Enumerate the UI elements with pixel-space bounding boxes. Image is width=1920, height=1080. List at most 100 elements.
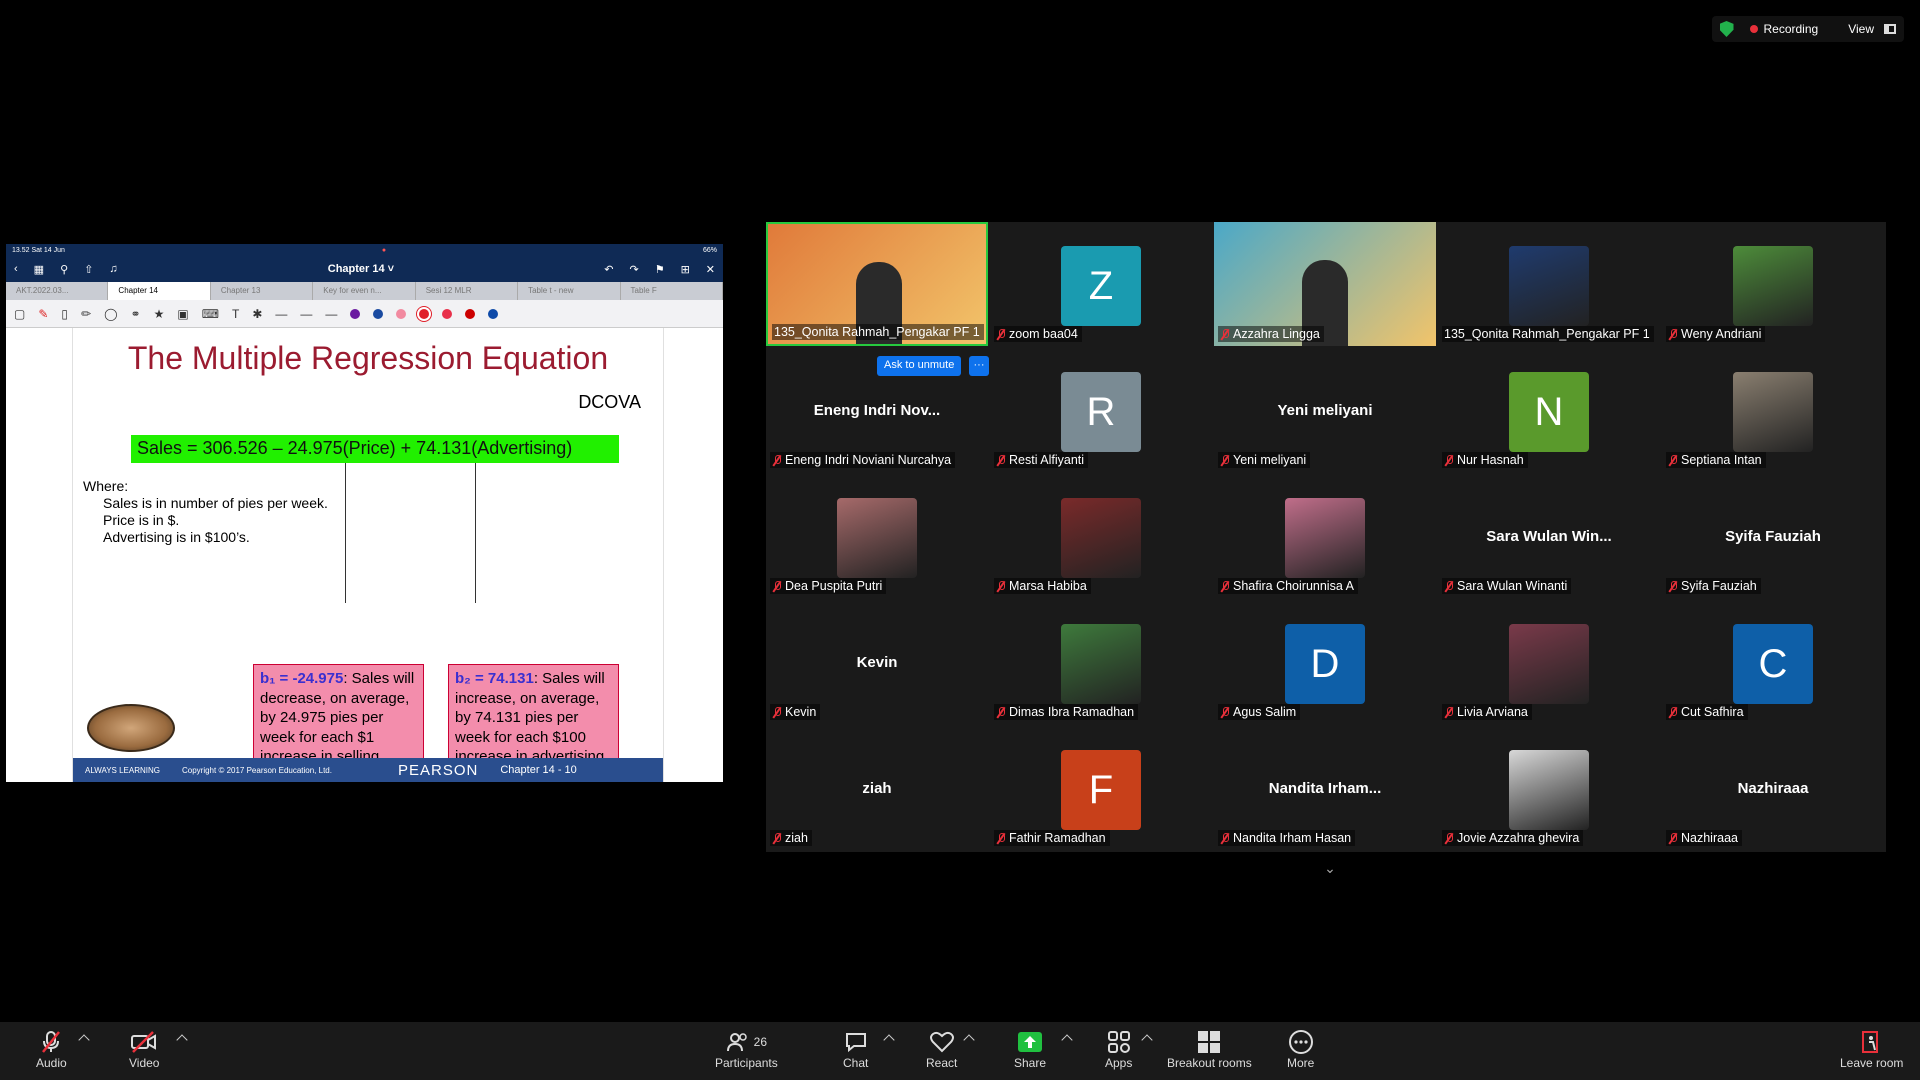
- participant-tile[interactable]: Yeni meliyani Yeni meliyani: [1214, 348, 1436, 472]
- audio-button[interactable]: Audio: [36, 1030, 67, 1070]
- participant-tile[interactable]: R Resti Alfiyanti: [990, 348, 1212, 472]
- color-darkred-swatch[interactable]: [465, 308, 476, 319]
- sticker-icon[interactable]: ★: [154, 307, 165, 321]
- more-options-button[interactable]: ···: [969, 356, 989, 376]
- participant-tile[interactable]: Nazhiraaa Nazhiraaa: [1662, 726, 1884, 850]
- doc-tab[interactable]: Table F: [621, 282, 723, 300]
- redo-icon[interactable]: ↷: [629, 263, 638, 276]
- participant-tile[interactable]: 135_Qonita Rahmah_Pengakar PF 1: [1438, 222, 1660, 346]
- participant-name: Kevin: [785, 705, 817, 719]
- color-red-selected-swatch[interactable]: [419, 308, 430, 319]
- undo-icon[interactable]: ↶: [604, 263, 613, 276]
- participant-name-bar: Dea Puspita Putri: [770, 578, 887, 594]
- breakout-rooms-button[interactable]: Breakout rooms: [1167, 1030, 1252, 1070]
- mic-muted-icon: [1668, 706, 1678, 718]
- participant-tile[interactable]: Zzoom baa04: [990, 222, 1212, 346]
- participant-tile[interactable]: Dea Puspita Putri: [766, 474, 988, 598]
- participant-tile[interactable]: Kevin Kevin: [766, 600, 988, 724]
- recording-label[interactable]: Recording: [1764, 22, 1819, 36]
- share-icon[interactable]: ⇧: [84, 263, 93, 276]
- bookmark-icon[interactable]: ⚑: [655, 263, 665, 276]
- color-purple-swatch[interactable]: [350, 308, 361, 319]
- doc-tab[interactable]: Key for even n...: [313, 282, 416, 300]
- color-blue-swatch[interactable]: [373, 308, 384, 319]
- doc-tab-active[interactable]: Chapter 14: [108, 282, 211, 300]
- participant-tile[interactable]: Nandita Irham... Nandita Irham Hasan: [1214, 726, 1436, 850]
- stroke-medium-icon[interactable]: —: [300, 307, 312, 321]
- participant-name-bar: Nur Hasnah: [1442, 452, 1528, 468]
- shared-screen[interactable]: 13.52 Sat 14 Jun ● 66% ‹ ▦ ⚲ ⇧ ♫ Chapter…: [6, 244, 723, 782]
- chat-button[interactable]: Chat: [843, 1030, 868, 1070]
- lasso-icon[interactable]: ▢: [14, 307, 25, 321]
- participant-name-bar: Shafira Choirunnisa A: [1218, 578, 1358, 594]
- stroke-thick-icon[interactable]: —: [325, 307, 337, 321]
- audio-label: Audio: [36, 1056, 67, 1070]
- participant-tile[interactable]: D Agus Salim: [1214, 600, 1436, 724]
- arrow-line: [475, 463, 476, 603]
- apps-button[interactable]: Apps: [1105, 1030, 1132, 1070]
- participant-name-bar: Marsa Habiba: [994, 578, 1091, 594]
- doc-tab[interactable]: Sesi 12 MLR: [416, 282, 519, 300]
- participant-tile[interactable]: 135_Qonita Rahmah_Pengakar PF 1: [766, 222, 988, 346]
- close-icon[interactable]: ✕: [706, 263, 715, 276]
- share-button[interactable]: Share: [1014, 1030, 1046, 1070]
- participant-tile[interactable]: ziah ziah: [766, 726, 988, 850]
- participant-tile[interactable]: Marsa Habiba: [990, 474, 1212, 598]
- participants-button[interactable]: 26 Participants: [715, 1030, 778, 1070]
- slide-viewport[interactable]: The Multiple Regression Equation DCOVA S…: [6, 328, 723, 782]
- participant-tile[interactable]: Jovie Azzahra ghevira: [1438, 726, 1660, 850]
- ask-to-unmute-button[interactable]: Ask to unmute: [877, 356, 962, 376]
- more-button[interactable]: More: [1287, 1030, 1314, 1070]
- document-title[interactable]: Chapter 14 ˅: [118, 263, 605, 275]
- encryption-shield-icon[interactable]: [1719, 21, 1734, 37]
- participant-tile[interactable]: Dimas Ibra Ramadhan: [990, 600, 1212, 724]
- participant-tile[interactable]: C Cut Safhira: [1662, 600, 1884, 724]
- add-page-icon[interactable]: ⊞: [681, 263, 690, 276]
- mic-muted-icon: [1444, 706, 1454, 718]
- participant-tile[interactable]: Septiana Intan: [1662, 348, 1884, 472]
- eraser-icon[interactable]: ▯: [61, 307, 68, 321]
- participant-name-bar: 135_Qonita Rahmah_Pengakar PF 1: [772, 324, 984, 340]
- view-label[interactable]: View: [1848, 22, 1874, 36]
- color-navy-swatch[interactable]: [488, 308, 499, 319]
- shapes-icon[interactable]: ◯: [104, 307, 117, 321]
- participant-tile[interactable]: Sara Wulan Win... Sara Wulan Winanti: [1438, 474, 1660, 598]
- image-icon[interactable]: ▣: [177, 307, 188, 321]
- participant-tile[interactable]: Weny Andriani: [1662, 222, 1884, 346]
- participant-name: Resti Alfiyanti: [1009, 453, 1085, 467]
- more-icon: [1288, 1030, 1314, 1054]
- participant-name-bar: Weny Andriani: [1666, 326, 1766, 342]
- highlighter-icon[interactable]: ✏: [81, 307, 91, 321]
- b2-coefficient: b₂ = 74.131: [455, 670, 534, 687]
- doc-tab[interactable]: Table t - new: [518, 282, 621, 300]
- leave-room-button[interactable]: Leave room: [1840, 1030, 1903, 1070]
- participant-tile[interactable]: Azzahra Lingga: [1214, 222, 1436, 346]
- participant-tile[interactable]: N Nur Hasnah: [1438, 348, 1660, 472]
- keyboard-icon[interactable]: ⌨: [202, 307, 219, 321]
- participant-tile[interactable]: F Fathir Ramadhan: [990, 726, 1212, 850]
- stroke-thin-icon[interactable]: —: [275, 307, 287, 321]
- color-pink-swatch[interactable]: [396, 308, 407, 319]
- avatar-initial: D: [1285, 624, 1365, 704]
- doc-tab[interactable]: AKT.2022.03...: [6, 282, 109, 300]
- participant-tile[interactable]: Shafira Choirunnisa A: [1214, 474, 1436, 598]
- pen-icon[interactable]: ✎: [38, 307, 48, 321]
- doc-tab[interactable]: Chapter 13: [211, 282, 314, 300]
- react-button[interactable]: React: [926, 1030, 957, 1070]
- participant-tile[interactable]: Syifa Fauziah Syifa Fauziah: [1662, 474, 1884, 598]
- video-button[interactable]: Video: [129, 1030, 159, 1070]
- avatar-photo: [837, 498, 917, 578]
- mic-icon[interactable]: ♫: [109, 263, 117, 276]
- participant-tile[interactable]: Livia Arviana: [1438, 600, 1660, 724]
- lasso-select-icon[interactable]: ⚭: [131, 307, 141, 321]
- grid-icon[interactable]: ▦: [34, 263, 44, 276]
- color-red-swatch[interactable]: [442, 308, 453, 319]
- view-grid-icon[interactable]: [1884, 24, 1896, 34]
- back-icon[interactable]: ‹: [14, 263, 18, 276]
- laser-icon[interactable]: ✱: [252, 307, 262, 321]
- participant-name: Dea Puspita Putri: [785, 579, 883, 593]
- search-icon[interactable]: ⚲: [60, 263, 68, 276]
- chevron-down-icon[interactable]: ⌄: [1310, 860, 1350, 882]
- text-icon[interactable]: T: [232, 307, 239, 321]
- avatar-photo: [1285, 498, 1365, 578]
